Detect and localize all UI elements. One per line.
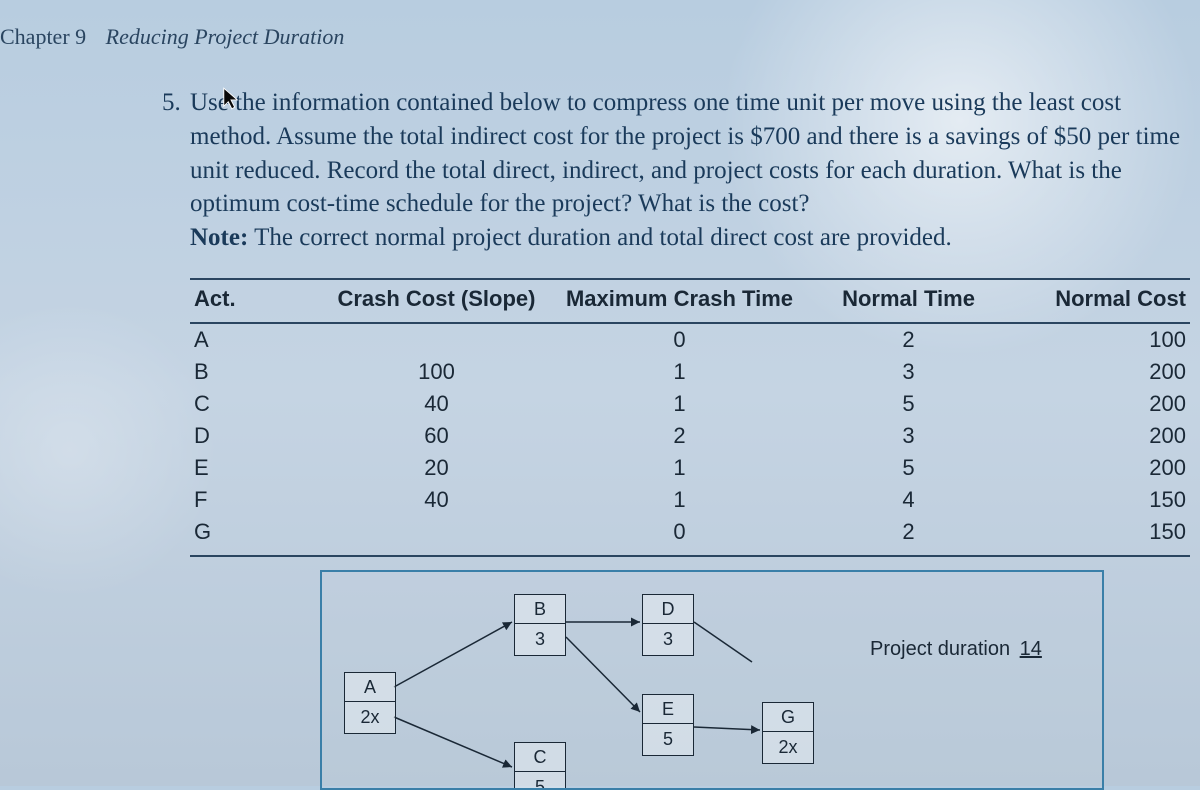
table-row: F4014150 <box>190 484 1190 516</box>
cell-max_crash: 1 <box>551 356 809 388</box>
node-c: C 5 <box>514 742 566 790</box>
table-header-row: Act. Crash Cost (Slope) Maximum Crash Ti… <box>190 279 1190 323</box>
table-row: E2015200 <box>190 452 1190 484</box>
cell-normal_cost: 150 <box>1009 516 1190 556</box>
cell-normal_time: 5 <box>808 452 1008 484</box>
cell-normal_time: 3 <box>808 420 1008 452</box>
cell-act: A <box>190 323 322 356</box>
node-a: A 2x <box>344 672 396 734</box>
table-row: D6023200 <box>190 420 1190 452</box>
node-c-duration: 5 <box>515 772 565 790</box>
chapter-number: Chapter 9 <box>0 24 86 49</box>
problem-text: Use the information contained below to c… <box>190 89 1180 217</box>
col-normal-time: Normal Time <box>808 279 1008 323</box>
node-b-duration: 3 <box>515 624 565 654</box>
cell-normal_time: 4 <box>808 484 1008 516</box>
network-diagram: A 2x B 3 C 5 D 3 E 5 G 2x Project durati… <box>320 570 1104 790</box>
cell-max_crash: 0 <box>551 516 809 556</box>
problem-note-text: The correct normal project duration and … <box>254 224 952 251</box>
cell-crash_cost <box>322 323 550 356</box>
cell-normal_time: 3 <box>808 356 1008 388</box>
col-crash-cost: Crash Cost (Slope) <box>322 279 550 323</box>
chapter-header: Chapter 9 Reducing Project Duration <box>0 24 344 50</box>
problem-number: 5. <box>162 86 181 120</box>
node-d-duration: 3 <box>643 624 693 654</box>
project-duration-value: 14 <box>1020 638 1042 660</box>
col-max-crash-time: Maximum Crash Time <box>551 279 809 323</box>
node-a-label: A <box>345 673 395 702</box>
diagram-arrows <box>322 572 1102 788</box>
cell-crash_cost: 40 <box>322 388 550 420</box>
node-g-duration: 2x <box>763 732 813 762</box>
cell-normal_cost: 100 <box>1009 323 1190 356</box>
cell-normal_cost: 200 <box>1009 420 1190 452</box>
cell-max_crash: 1 <box>551 484 809 516</box>
node-d-label: D <box>643 595 693 624</box>
col-normal-cost: Normal Cost <box>1009 279 1190 323</box>
node-b-label: B <box>515 595 565 624</box>
project-duration-label: Project duration <box>870 638 1010 660</box>
cell-normal_cost: 200 <box>1009 452 1190 484</box>
node-e-label: E <box>643 695 693 724</box>
activity-table: Act. Crash Cost (Slope) Maximum Crash Ti… <box>190 278 1190 557</box>
cell-max_crash: 1 <box>551 452 809 484</box>
cell-max_crash: 2 <box>551 420 809 452</box>
table-row: G 02150 <box>190 516 1190 556</box>
node-e-duration: 5 <box>643 724 693 754</box>
cell-normal_cost: 200 <box>1009 388 1190 420</box>
cell-act: C <box>190 388 322 420</box>
node-a-duration: 2x <box>345 702 395 732</box>
node-g: G 2x <box>762 702 814 764</box>
cell-act: G <box>190 516 322 556</box>
node-d: D 3 <box>642 594 694 656</box>
cell-normal_time: 5 <box>808 388 1008 420</box>
cell-normal_time: 2 <box>808 323 1008 356</box>
cell-max_crash: 0 <box>551 323 809 356</box>
col-activity: Act. <box>190 279 322 323</box>
chapter-title: Reducing Project Duration <box>106 24 345 49</box>
cell-crash_cost: 60 <box>322 420 550 452</box>
cell-crash_cost: 20 <box>322 452 550 484</box>
cell-normal_cost: 200 <box>1009 356 1190 388</box>
table-row: C4015200 <box>190 388 1190 420</box>
cell-act: F <box>190 484 322 516</box>
node-c-label: C <box>515 743 565 772</box>
project-duration: Project duration 14 <box>870 638 1042 661</box>
table-row: B10013200 <box>190 356 1190 388</box>
cell-act: E <box>190 452 322 484</box>
node-e: E 5 <box>642 694 694 756</box>
problem-block: 5. Use the information contained below t… <box>190 86 1190 255</box>
cell-crash_cost <box>322 516 550 556</box>
cell-crash_cost: 100 <box>322 356 550 388</box>
cell-act: B <box>190 356 322 388</box>
table-row: A 02100 <box>190 323 1190 356</box>
problem-note-label: Note: <box>190 224 248 251</box>
cell-act: D <box>190 420 322 452</box>
node-b: B 3 <box>514 594 566 656</box>
cell-crash_cost: 40 <box>322 484 550 516</box>
cell-max_crash: 1 <box>551 388 809 420</box>
node-g-label: G <box>763 703 813 732</box>
cell-normal_time: 2 <box>808 516 1008 556</box>
cell-normal_cost: 150 <box>1009 484 1190 516</box>
